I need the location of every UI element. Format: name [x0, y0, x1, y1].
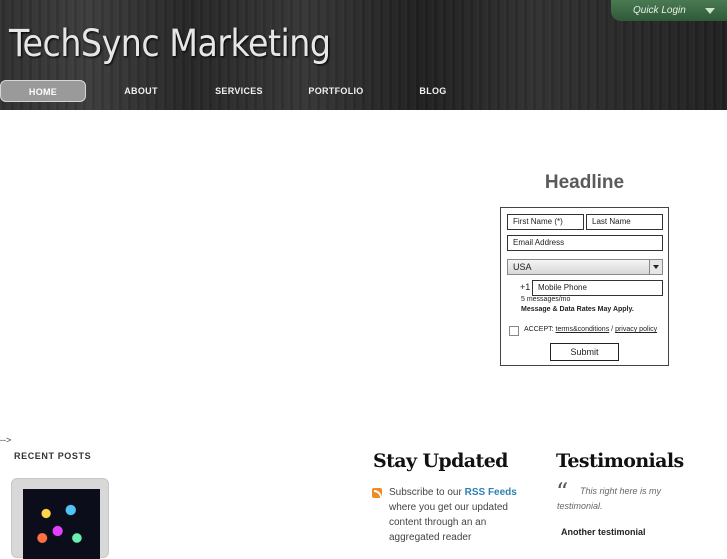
nav-portfolio[interactable]: PORTFOLIO [300, 80, 372, 102]
nav-blog[interactable]: BLOG [405, 80, 461, 102]
recent-posts-title: RECENT POSTS [14, 451, 92, 461]
nav-services[interactable]: SERVICES [204, 80, 274, 102]
mobile-phone-field[interactable]: Mobile Phone [532, 280, 663, 296]
recent-post-card[interactable] [11, 478, 109, 559]
testimonials-title: Testimonials [556, 450, 684, 472]
post-thumbnail[interactable] [23, 489, 100, 559]
accept-checkbox[interactable] [509, 326, 519, 336]
rss-icon[interactable] [372, 488, 382, 498]
first-name-field[interactable]: First Name (*) [507, 214, 584, 230]
last-name-field[interactable]: Last Name [586, 214, 663, 230]
email-field[interactable]: Email Address [507, 235, 663, 251]
terms-link[interactable]: terms&conditions [556, 326, 610, 333]
site-header: TechSync Marketing Quick Login HOME ABOU… [0, 0, 727, 110]
rss-feeds-link[interactable]: RSS Feeds [465, 487, 517, 498]
rss-text-after: where you get our updated content throug… [389, 502, 508, 543]
main-nav: HOME ABOUT SERVICES PORTFOLIO BLOG [0, 80, 727, 102]
quick-login-label: Quick Login [633, 5, 686, 16]
nav-home[interactable]: HOME [0, 80, 86, 102]
nav-about[interactable]: ABOUT [108, 80, 174, 102]
rss-description: Subscribe to our RSS Feeds where you get… [389, 485, 524, 545]
rss-text-before: Subscribe to our [389, 487, 465, 498]
stay-updated-title: Stay Updated [373, 450, 508, 472]
testimonial-quote: This right here is my testimonial. [557, 486, 662, 511]
site-title[interactable]: TechSync Marketing [9, 22, 331, 65]
country-select[interactable]: USA [507, 259, 663, 275]
phone-prefix: +1 [520, 282, 531, 292]
privacy-link[interactable]: privacy policy [615, 326, 657, 333]
country-value: USA [513, 262, 532, 272]
caret-down-icon [705, 8, 715, 14]
testimonial-second: Another testimonial [561, 527, 646, 537]
quick-login-button[interactable]: Quick Login [611, 0, 727, 21]
accept-text: ACCEPT: [524, 326, 556, 333]
accept-label: ACCEPT: terms&conditions / privacy polic… [524, 326, 657, 333]
signup-form: First Name (*) Last Name Email Address U… [500, 207, 669, 366]
chevron-down-icon[interactable] [649, 260, 662, 274]
form-headline: Headline [544, 172, 625, 193]
submit-button[interactable]: Submit [550, 343, 619, 361]
rates-note: Message & Data Rates May Apply. [521, 306, 634, 313]
stray-comment-text: --> [0, 435, 12, 445]
messages-note: 5 messages/mo [521, 296, 571, 303]
